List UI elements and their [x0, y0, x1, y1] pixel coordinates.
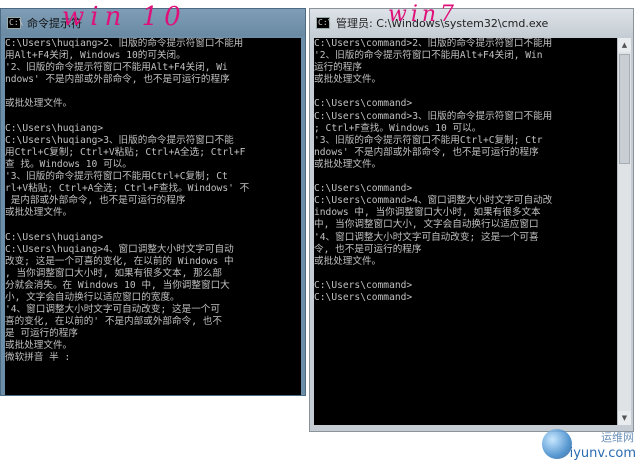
cmd-icon: C:\ — [316, 16, 333, 29]
console-line: C:\Users\huqiang>3、旧版的命令提示符窗口不能 — [5, 134, 234, 146]
console-line: 或批处理文件。 — [314, 158, 382, 170]
console-line: '2、旧版的命令提示符窗口不能用Alt+F4关闭, Wi — [5, 62, 228, 74]
console-line: ndows' 不是内部或外部命令, 也不是可运行的程序 — [314, 146, 539, 158]
console-line: ; Ctrl+F查找。Windows 10 可以。 — [314, 122, 482, 134]
console-line: C:\Users\huqiang>2、旧版的命令提示符窗口不能用 — [5, 38, 244, 49]
console-line: C:\Users\command>3、旧版的命令提示符窗口不能用 — [314, 110, 553, 122]
annotation-left: win 10 — [62, 2, 187, 32]
console-line: 中, 当你调整窗口大小, 文字会自动换行以适应窗口 — [314, 219, 539, 231]
console-line: 喜的变化, 在以前的' 不是内部或外部命令, 也不 — [5, 316, 222, 328]
console-line: 或批处理文件。 — [5, 340, 73, 352]
console-line: C:\Users\huqiang> — [5, 122, 104, 134]
cmd-icon: C:\ — [7, 16, 24, 29]
console-line: 令, 也不是可运行的程序 — [314, 243, 422, 255]
scroll-down-arrow-icon[interactable]: ▼ — [618, 411, 631, 425]
console-line: 小, 文字会自动换行以适应窗口的宽度。 — [5, 291, 180, 303]
watermark-cn: 运维网 — [601, 431, 634, 444]
console-line: C:\Users\command>4、窗口调整大小时文字可自动改 — [314, 195, 553, 207]
console-line: ndows' 不是内部或外部命令, 也不是可运行的程序 — [5, 74, 230, 86]
watermark-text: iyunv.com — [569, 446, 636, 461]
console-line: 查 找。Windows 10 可以。 — [5, 158, 132, 170]
vertical-scrollbar[interactable]: ▲ ▼ — [617, 38, 631, 425]
console-line: 分就会消失。在 Windows 10 中, 当你调整窗口大 — [5, 279, 230, 291]
scroll-thumb[interactable] — [619, 54, 630, 164]
console-line: 或批处理文件。 — [314, 255, 382, 267]
console-line: 或批处理文件。 — [5, 207, 73, 219]
title-bar[interactable]: C:\ 管理员: C:\Windows\system32\cmd.exe — [310, 9, 633, 36]
console-line: C:\Users\command> — [314, 183, 413, 195]
console-line: 或批处理文件。 — [5, 98, 73, 110]
scroll-up-arrow-icon[interactable]: ▲ — [618, 38, 631, 52]
console-line: , 当你调整窗口大小时, 如果有很多文本, 那么部 — [5, 267, 222, 279]
console-line: C:\Users\huqiang>4、窗口调整大小时文字可自动 — [5, 243, 234, 255]
console-line: C:\Users\command> — [314, 291, 413, 303]
console-line: 是 可运行的程序 — [5, 328, 78, 340]
console-line: rl+V粘贴; Ctrl+A全选; Ctrl+F查找。Windows' 不 — [5, 183, 250, 195]
console-line: C:\Users\command> — [314, 98, 413, 110]
console-output[interactable]: C:\Users\command>2、旧版的命令提示符窗口不能用 '2、旧版的命令… — [314, 38, 617, 425]
console-line: '2、旧版的命令提示符窗口不能用Alt+F4关闭, Win — [314, 50, 543, 62]
console-line: 或批处理文件。 — [314, 74, 382, 86]
cmd-window-win7[interactable]: C:\ 管理员: C:\Windows\system32\cmd.exe C:\… — [309, 8, 634, 432]
console-line: 微软拼音 半 : — [5, 352, 71, 364]
console-line: '3、旧版的命令提示符窗口不能用Ctrl+C复制; Ct — [5, 171, 228, 183]
cmd-window-win10[interactable]: C:\ 命令提示符 C:\Users\huqiang>2、旧版的命令提示符窗口不… — [0, 8, 306, 396]
console-line: '4、窗口调整大小时文字可自动改变; 这是一个可 — [5, 304, 220, 316]
console-line: '4、窗口调整大小时文字可自动改变; 这是一个可喜 — [314, 231, 539, 243]
console-line: 用Alt+F4关闭, Windows 10的可关闭。 — [5, 50, 186, 62]
console-output[interactable]: C:\Users\huqiang>2、旧版的命令提示符窗口不能用 用Alt+F4关… — [5, 38, 301, 395]
console-line: indows 中, 当你调整窗口大小时, 如果有很多文本 — [314, 207, 541, 219]
console-line: 是内部或外部命令, 也不是可运行的程序 — [5, 195, 186, 207]
console-line: C:\Users\command> — [314, 279, 413, 291]
annotation-right: win7 — [388, 2, 459, 27]
console-line: 运行的程序 — [314, 62, 362, 74]
console-line: 改变; 这是一个可喜的变化, 在以前的 Windows 中 — [5, 255, 234, 267]
console-line: 用Ctrl+C复制; Ctrl+V粘贴; Ctrl+A全选; Ctrl+F — [5, 146, 246, 158]
console-line: C:\Users\huqiang> — [5, 231, 104, 243]
console-line: C:\Users\command>2、旧版的命令提示符窗口不能用 — [314, 38, 553, 49]
console-line: '3、旧版的命令提示符窗口不能用Ctrl+C复制; Ctr — [314, 134, 543, 146]
watermark-globe-icon — [542, 429, 572, 459]
